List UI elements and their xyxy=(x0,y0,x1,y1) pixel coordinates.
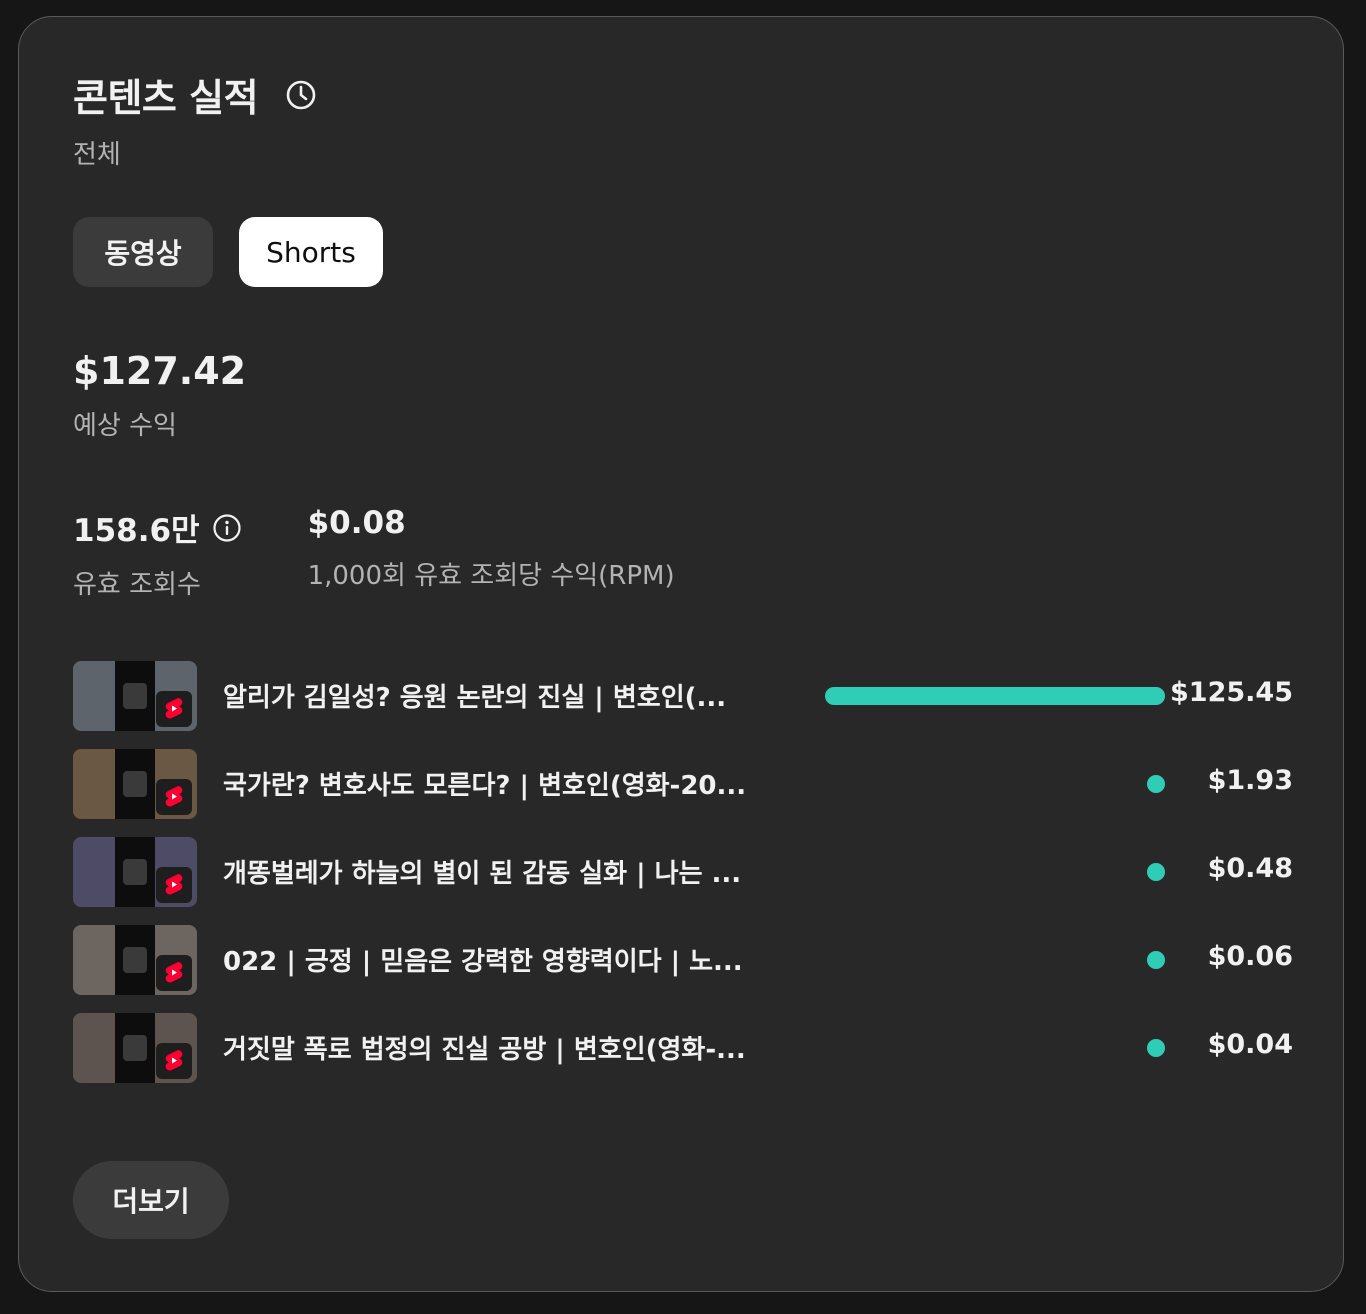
content-revenue: $125.45 xyxy=(1170,677,1293,708)
content-type-tabs: 동영상 Shorts xyxy=(73,217,383,287)
content-row[interactable]: 거짓말 폭로 법정의 진실 공방 | 변호인(영화-... $0.04 xyxy=(73,1013,1293,1083)
revenue-bar xyxy=(1147,1039,1165,1057)
shorts-logo-icon xyxy=(156,867,192,903)
estimated-revenue: $127.42 예상 수익 xyxy=(73,349,246,442)
thumbnail-frame xyxy=(115,1013,155,1083)
thumbnail-frame xyxy=(115,661,155,731)
revenue-bar-track xyxy=(825,1039,1165,1057)
shorts-logo-icon xyxy=(156,779,192,815)
video-thumbnail[interactable] xyxy=(73,837,197,907)
clock-icon[interactable] xyxy=(284,78,318,112)
info-icon[interactable] xyxy=(212,513,242,543)
revenue-bar-track xyxy=(825,951,1165,969)
metric-value: $0.08 xyxy=(307,505,406,541)
tab-video[interactable]: 동영상 xyxy=(73,217,213,287)
revenue-bar xyxy=(1147,951,1165,969)
content-revenue: $1.93 xyxy=(1207,765,1293,796)
revenue-bar-track xyxy=(825,687,1165,705)
card-subtitle: 전체 xyxy=(73,140,121,170)
revenue-bar xyxy=(1147,775,1165,793)
content-list: 알리가 김일성? 응원 논란의 진실 | 변호인(... $125.45 국가란? … xyxy=(73,661,1293,1101)
metric-label: 1,000회 유효 조회당 수익(RPM) xyxy=(307,561,675,591)
metric-rpm: $0.08 1,000회 유효 조회당 수익(RPM) xyxy=(308,505,675,601)
card-header: 콘텐츠 실적 전체 xyxy=(73,67,318,171)
thumbnail-frame xyxy=(115,925,155,995)
content-revenue: $0.06 xyxy=(1207,941,1293,972)
shorts-logo-icon xyxy=(156,691,192,727)
revenue-bar-track xyxy=(825,775,1165,793)
video-thumbnail[interactable] xyxy=(73,1013,197,1083)
revenue-label: 예상 수익 xyxy=(73,411,177,441)
content-performance-card: 콘텐츠 실적 전체 동영상 Shorts $127.42 예상 수익 158.6… xyxy=(18,16,1344,1292)
video-thumbnail[interactable] xyxy=(73,661,197,731)
content-title[interactable]: 022 | 긍정 | 믿음은 강력한 영향력이다 | 노... xyxy=(223,941,783,978)
revenue-bar xyxy=(825,687,1165,705)
content-row[interactable]: 개똥벌레가 하늘의 별이 된 감동 실화 | 나는 ... $0.48 xyxy=(73,837,1293,907)
shorts-logo-icon xyxy=(156,1043,192,1079)
content-revenue: $0.48 xyxy=(1207,853,1293,884)
content-title[interactable]: 거짓말 폭로 법정의 진실 공방 | 변호인(영화-... xyxy=(223,1029,783,1066)
tab-shorts[interactable]: Shorts xyxy=(239,217,383,287)
metric-engaged-views: 158.6만 유효 조회수 xyxy=(73,505,242,601)
content-revenue: $0.04 xyxy=(1207,1029,1293,1060)
metrics-row: 158.6만 유효 조회수 $0.08 1,000회 유효 조회당 수익(RPM… xyxy=(73,505,741,601)
metric-label: 유효 조회수 xyxy=(73,570,201,600)
revenue-bar-track xyxy=(825,863,1165,881)
shorts-logo-icon xyxy=(156,955,192,991)
metric-value: 158.6만 xyxy=(73,513,200,549)
content-title[interactable]: 국가란? 변호사도 모른다? | 변호인(영화-20... xyxy=(223,765,783,802)
more-button[interactable]: 더보기 xyxy=(73,1161,229,1239)
video-thumbnail[interactable] xyxy=(73,925,197,995)
content-row[interactable]: 알리가 김일성? 응원 논란의 진실 | 변호인(... $125.45 xyxy=(73,661,1293,731)
content-title[interactable]: 알리가 김일성? 응원 논란의 진실 | 변호인(... xyxy=(223,677,783,714)
card-title: 콘텐츠 실적 xyxy=(73,76,259,120)
title-row: 콘텐츠 실적 xyxy=(73,67,318,122)
video-thumbnail[interactable] xyxy=(73,749,197,819)
revenue-value: $127.42 xyxy=(73,349,247,393)
content-title[interactable]: 개똥벌레가 하늘의 별이 된 감동 실화 | 나는 ... xyxy=(223,853,783,890)
revenue-bar xyxy=(1147,863,1165,881)
content-row[interactable]: 국가란? 변호사도 모른다? | 변호인(영화-20... $1.93 xyxy=(73,749,1293,819)
thumbnail-frame xyxy=(115,837,155,907)
thumbnail-frame xyxy=(115,749,155,819)
content-row[interactable]: 022 | 긍정 | 믿음은 강력한 영향력이다 | 노... $0.06 xyxy=(73,925,1293,995)
